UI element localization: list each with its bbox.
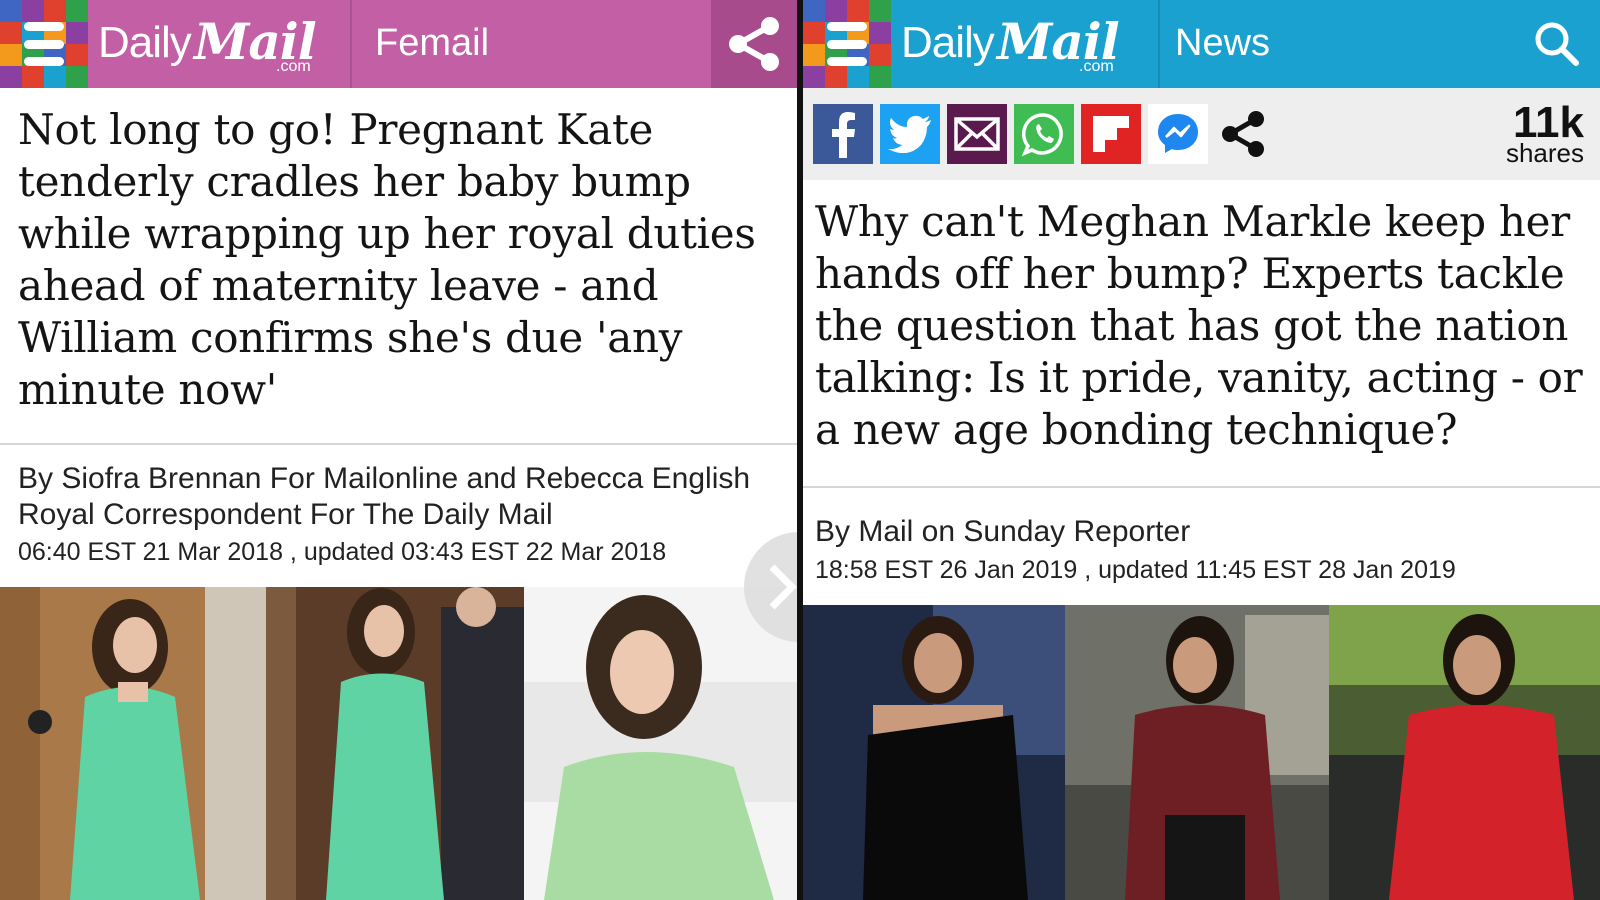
search-button[interactable]: [1514, 0, 1600, 88]
flipboard-icon: [1093, 116, 1129, 152]
share-bar: 11k shares: [803, 88, 1600, 180]
article-headline[interactable]: Why can't Meghan Markle keep her hands o…: [815, 196, 1586, 456]
menu-icon: [24, 22, 64, 66]
article-photo-strip[interactable]: [803, 605, 1600, 900]
messenger-share-button[interactable]: [1148, 104, 1208, 164]
dailymail-logo[interactable]: Daily Mail .com: [98, 12, 328, 82]
article-headline[interactable]: Not long to go! Pregnant Kate tenderly c…: [18, 104, 783, 416]
header-separator: [350, 0, 352, 88]
share-icon: [1222, 111, 1264, 157]
menu-button[interactable]: [0, 0, 88, 88]
twitter-icon: [888, 115, 931, 153]
article-dateline: 18:58 EST 26 Jan 2019 , updated 11:45 ES…: [815, 556, 1456, 584]
left-header-bar: Daily Mail .com Femail: [0, 0, 797, 88]
share-icon: [729, 17, 779, 71]
right-header-bar: Daily Mail .com News: [803, 0, 1600, 88]
article-photo[interactable]: [0, 587, 266, 900]
dailymail-logo[interactable]: Daily Mail .com: [901, 12, 1131, 82]
article-byline[interactable]: By Siofra Brennan For Mailonline and Reb…: [18, 461, 797, 533]
whatsapp-icon: [1022, 113, 1063, 156]
share-count-label: shares: [1505, 138, 1584, 168]
comparison-screenshot: Daily Mail .com Femail Not long to go! P…: [0, 0, 1600, 900]
header-separator: [1158, 0, 1160, 88]
article-photo[interactable]: [524, 587, 797, 900]
divider: [803, 486, 1600, 488]
email-icon: [954, 117, 1000, 151]
menu-button[interactable]: [803, 0, 891, 88]
search-icon: [1535, 22, 1579, 66]
messenger-icon: [1158, 114, 1198, 153]
left-article-screen: Daily Mail .com Femail Not long to go! P…: [0, 0, 797, 900]
section-title[interactable]: News: [1175, 22, 1270, 65]
logo-daily-text: Daily: [98, 18, 192, 67]
logo-com-text: .com: [1079, 58, 1114, 75]
section-title[interactable]: Femail: [375, 22, 489, 65]
facebook-icon: [832, 112, 855, 158]
chevron-right-icon: [769, 564, 797, 610]
email-share-button[interactable]: [947, 104, 1007, 164]
more-share-button[interactable]: [1213, 104, 1273, 164]
logo-daily-text: Daily: [901, 18, 995, 67]
article-photo[interactable]: [1065, 605, 1329, 900]
share-button[interactable]: [711, 0, 797, 88]
article-photo-strip[interactable]: [0, 587, 797, 900]
article-photo[interactable]: [1329, 605, 1600, 900]
divider: [0, 443, 797, 445]
article-byline[interactable]: By Mail on Sunday Reporter: [815, 514, 1190, 550]
article-photo[interactable]: [803, 605, 1065, 900]
facebook-share-button[interactable]: [813, 104, 873, 164]
whatsapp-share-button[interactable]: [1014, 104, 1074, 164]
logo-com-text: .com: [276, 58, 311, 75]
article-photo[interactable]: [266, 587, 524, 900]
menu-icon: [827, 22, 867, 66]
right-article-screen: Daily Mail .com News 11k shares Why can'…: [803, 0, 1600, 900]
flipboard-share-button[interactable]: [1081, 104, 1141, 164]
twitter-share-button[interactable]: [880, 104, 940, 164]
article-dateline: 06:40 EST 21 Mar 2018 , updated 03:43 ES…: [18, 538, 667, 566]
